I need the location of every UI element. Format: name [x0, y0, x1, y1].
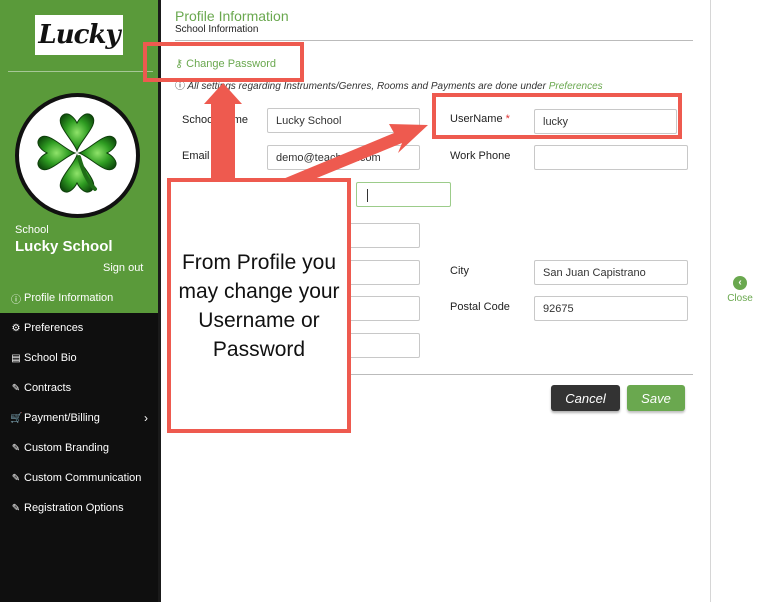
sidebar-item-custom-communication[interactable]: ✎ Custom Communication [0, 463, 158, 493]
preferences-link[interactable]: Preferences [549, 81, 603, 92]
document-icon: ▤ [11, 352, 21, 364]
page-subtitle: School Information [175, 24, 259, 35]
school-name-label: School Name [182, 114, 249, 126]
email-input[interactable] [267, 145, 420, 170]
work-phone-input[interactable] [534, 145, 688, 170]
postal-code-input[interactable] [534, 296, 688, 321]
callout-text: From Profile you may change your Usernam… [178, 250, 340, 361]
save-button[interactable]: Save [627, 385, 685, 411]
state-input[interactable] [340, 260, 420, 285]
sidebar-item-payment-billing[interactable]: 🛒 Payment/Billing › [0, 403, 158, 433]
sidebar-item-label: Preferences [24, 322, 84, 334]
sidebar-item-label: Profile Information [24, 292, 114, 304]
chevron-right-icon: › [144, 411, 148, 425]
sidebar-item-preferences[interactable]: ⚙ Preferences [0, 313, 158, 343]
info-circle-icon: ⓘ [11, 294, 21, 306]
logo-text: Lucky [38, 20, 120, 50]
focused-input[interactable] [356, 182, 451, 207]
text-caret [367, 189, 368, 202]
annotation-callout: From Profile you may change your Usernam… [167, 178, 351, 433]
pencil-icon: ✎ [11, 502, 21, 514]
settings-info-text: All settings regarding Instruments/Genre… [187, 81, 546, 92]
country-input[interactable] [340, 296, 420, 321]
sidebar-item-school-bio[interactable]: ▤ School Bio [0, 343, 158, 373]
title-divider [175, 40, 693, 41]
sidebar-item-label: Payment/Billing [24, 412, 100, 424]
cart-icon: 🛒 [10, 412, 23, 424]
cancel-button[interactable]: Cancel [551, 385, 620, 411]
pencil-icon: ✎ [11, 442, 21, 454]
close-label: Close [727, 293, 753, 304]
arrow-to-change-password [204, 83, 242, 178]
sidebar-item-profile-information[interactable]: ⓘ Profile Information [0, 283, 158, 313]
email-label: Email [182, 150, 210, 162]
sidebar-divider [8, 71, 153, 72]
school-name: Lucky School [15, 238, 113, 255]
sidebar-item-label: Custom Communication [24, 472, 142, 484]
postal-code-label: Postal Code [450, 301, 510, 313]
sign-out-link[interactable]: Sign out [103, 262, 143, 274]
city-label: City [450, 265, 469, 277]
username-highlight [432, 93, 682, 139]
change-password-highlight [143, 42, 304, 82]
info-circle-icon: ⓘ [175, 81, 185, 92]
page-title: Profile Information [175, 8, 289, 24]
work-phone-label: Work Phone [450, 150, 511, 162]
close-button[interactable]: ‹ Close [724, 276, 756, 304]
sidebar-item-registration-options[interactable]: ✎ Registration Options [0, 493, 158, 523]
sidebar: Lucky School Lucky School Sign out ⓘ Pro… [0, 0, 158, 602]
sidebar-item-label: Custom Branding [24, 442, 109, 454]
sidebar-item-contracts[interactable]: ✎ Contracts [0, 373, 158, 403]
city-input[interactable] [534, 260, 688, 285]
pencil-icon: ✎ [11, 382, 21, 394]
panel-divider [710, 0, 711, 602]
school-name-input[interactable] [267, 108, 420, 133]
sidebar-item-label: School Bio [24, 352, 77, 364]
sidebar-item-label: Registration Options [24, 502, 124, 514]
sidebar-edge [158, 0, 161, 602]
school-label: School [15, 224, 49, 236]
phone-input[interactable] [340, 333, 420, 358]
pencil-icon: ✎ [11, 472, 21, 484]
avatar [15, 93, 140, 218]
sidebar-item-label: Contracts [24, 382, 72, 394]
address-input[interactable] [340, 223, 420, 248]
school-logo: Lucky [35, 15, 123, 55]
sidebar-item-custom-branding[interactable]: ✎ Custom Branding [0, 433, 158, 463]
chevron-left-icon: ‹ [733, 276, 747, 290]
four-leaf-clover-icon [37, 113, 117, 193]
gears-icon: ⚙ [11, 322, 21, 334]
